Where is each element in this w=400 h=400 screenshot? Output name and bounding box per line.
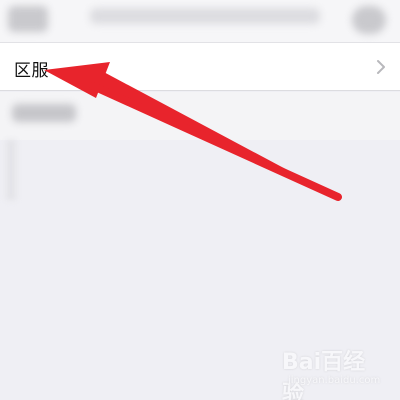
chevron-right-icon bbox=[377, 60, 385, 74]
blurred-avatar bbox=[8, 6, 48, 32]
settings-screen: 区服 Bai百经验 jingyan.baidu.com bbox=[0, 0, 400, 400]
blurred-side-element bbox=[6, 140, 16, 200]
blurred-action-icon bbox=[352, 6, 386, 34]
watermark-domain: jingyan.baidu.com bbox=[288, 375, 381, 386]
server-region-row[interactable]: 区服 bbox=[0, 43, 400, 91]
blurred-header-row bbox=[0, 0, 400, 43]
blurred-section-label bbox=[12, 104, 76, 122]
blurred-title bbox=[90, 8, 320, 24]
watermark-logo: Bai百经验 jingyan.baidu.com bbox=[282, 342, 382, 400]
watermark-brand: Bai百经验 bbox=[282, 350, 366, 400]
blurred-section-row bbox=[0, 92, 400, 140]
server-region-label: 区服 bbox=[14, 61, 49, 81]
